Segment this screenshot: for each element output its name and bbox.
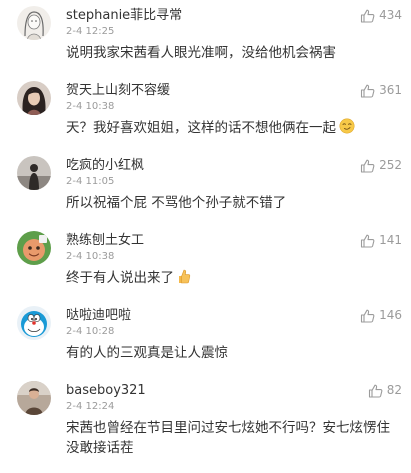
comment-text: 说明我家宋茜看人眼光准啊，没给他机会祸害 (66, 43, 399, 63)
comment-text: 有的人的三观真是让人震惊 (66, 343, 399, 363)
comment-item: 熟练刨土女工 2-4 10:38 141 终于有人说出来了 (0, 225, 411, 300)
like-count: 252 (379, 158, 402, 172)
comment-body: 有的人的三观真是让人震惊 (66, 345, 228, 361)
comment-body: 天？我好喜欢姐姐，这样的话不想他俩在一起 (66, 120, 336, 136)
timestamp: 2-4 12:25 (66, 26, 115, 37)
thumbs-up-icon (368, 384, 383, 398)
timestamp: 2-4 10:28 (66, 326, 115, 337)
username[interactable]: stephanie菲比寻常 (66, 7, 182, 24)
like-count: 146 (379, 308, 402, 322)
like-count: 361 (379, 83, 402, 97)
timestamp: 2-4 10:38 (66, 251, 115, 262)
like-count: 434 (379, 8, 402, 22)
comment-item: 哒啦迪吧啦 2-4 10:28 146 有的人的三观真是让人震惊 (0, 300, 411, 375)
username[interactable]: 哒啦迪吧啦 (66, 307, 131, 324)
username[interactable]: 吃疯的小红枫 (66, 157, 144, 174)
smirk-face-emoji (339, 118, 355, 134)
thumbs-up-icon (361, 234, 375, 248)
like-button[interactable]: 252 (360, 157, 402, 174)
thumbs-up-emoji (179, 269, 191, 284)
username[interactable]: baseboy321 (66, 382, 146, 399)
green-cartoon-avatar[interactable] (17, 231, 51, 265)
comment-item: 吃疯的小红枫 2-4 11:05 252 所以祝福个屁 不骂他个孙子就不错了 (0, 150, 411, 225)
photo-person-avatar[interactable] (17, 381, 51, 415)
comment-body: 所以祝福个屁 不骂他个孙子就不错了 (66, 195, 287, 211)
comment-text: 终于有人说出来了 (66, 268, 399, 288)
like-button[interactable]: 146 (360, 307, 402, 324)
dark-hair-woman-avatar[interactable] (17, 81, 51, 115)
sketch-girl-avatar[interactable] (17, 6, 51, 40)
doraemon-avatar[interactable] (17, 306, 51, 340)
comment-list: stephanie菲比寻常 2-4 12:25 434 说明我家宋茜看人眼光准啊… (0, 0, 411, 456)
thumbs-up-icon (361, 159, 375, 173)
thumbs-up-icon (361, 84, 375, 98)
username[interactable]: 贺天上山刻不容缓 (66, 82, 170, 99)
like-button[interactable]: 361 (360, 82, 402, 99)
timestamp: 2-4 11:05 (66, 176, 115, 187)
like-count: 141 (379, 233, 402, 247)
timestamp: 2-4 10:38 (66, 101, 115, 112)
comment-body: 宋茜也曾经在节目里问过安七炫她不行吗？安七炫愣住没敢接话茬 (66, 420, 390, 456)
thumbs-up-icon (361, 9, 375, 23)
comment-item: baseboy321 2-4 12:24 82 宋茜也曾经在节目里问过安七炫她不… (0, 375, 411, 456)
thumbs-up-icon (361, 309, 375, 323)
like-count: 82 (386, 383, 402, 397)
comment-text: 所以祝福个屁 不骂他个孙子就不错了 (66, 193, 399, 213)
comment-body: 终于有人说出来了 (66, 270, 174, 286)
like-button[interactable]: 82 (368, 382, 402, 399)
comment-item: stephanie菲比寻常 2-4 12:25 434 说明我家宋茜看人眼光准啊… (0, 0, 411, 75)
silhouette-avatar[interactable] (17, 156, 51, 190)
comment-text: 宋茜也曾经在节目里问过安七炫她不行吗？安七炫愣住没敢接话茬 (66, 418, 399, 458)
comment-body: 说明我家宋茜看人眼光准啊，没给他机会祸害 (66, 45, 336, 61)
like-button[interactable]: 434 (360, 7, 402, 24)
username[interactable]: 熟练刨土女工 (66, 232, 144, 249)
timestamp: 2-4 12:24 (66, 401, 115, 412)
comment-text: 天？我好喜欢姐姐，这样的话不想他俩在一起 (66, 118, 399, 138)
like-button[interactable]: 141 (360, 232, 402, 249)
comment-item: 贺天上山刻不容缓 2-4 10:38 361 天？我好喜欢姐姐，这样的话不想他俩… (0, 75, 411, 150)
